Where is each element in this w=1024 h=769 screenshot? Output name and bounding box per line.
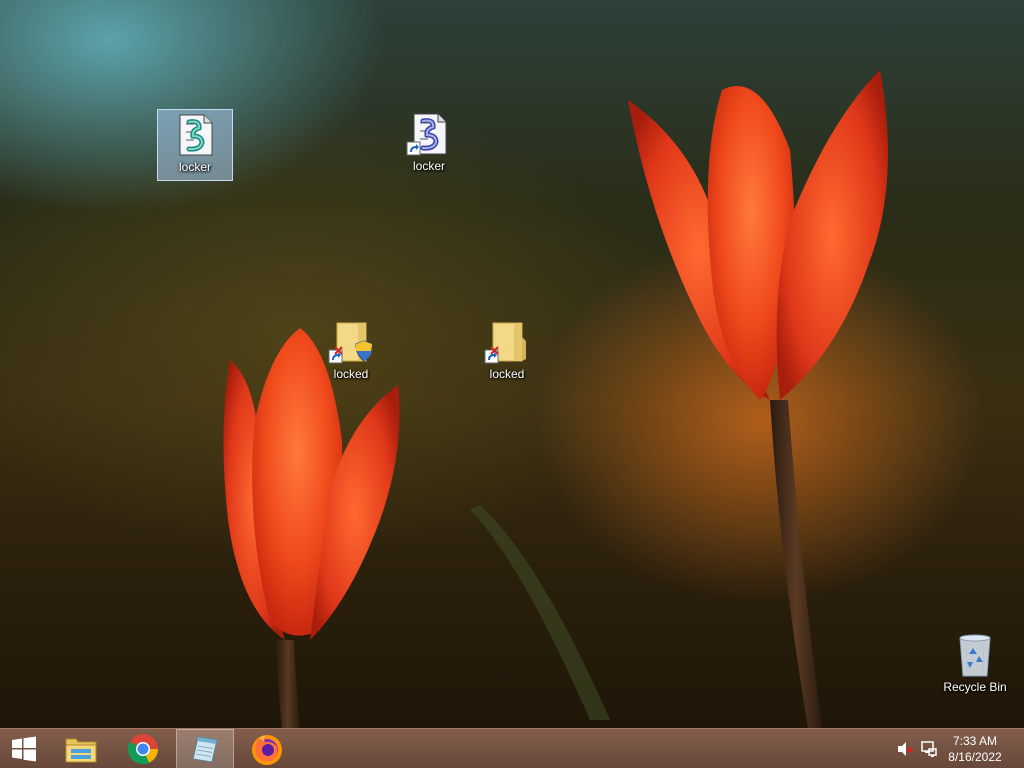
- desktop-icon-locker-file[interactable]: locker: [157, 109, 233, 181]
- folder-shortcut-icon: [484, 319, 530, 365]
- firefox-icon: [252, 735, 282, 765]
- taskbar-file-explorer[interactable]: [53, 729, 109, 769]
- desktop-icon-locked[interactable]: locked: [469, 317, 545, 389]
- recycle-bin-icon: [952, 632, 998, 678]
- desktop-icon-label: locked: [333, 367, 369, 381]
- desktop-icon-locked-shield[interactable]: locked: [313, 317, 389, 389]
- taskbar-firefox[interactable]: [239, 729, 295, 769]
- desktop-icon-recycle-bin[interactable]: Recycle Bin: [937, 630, 1013, 702]
- windows-logo-icon: [12, 736, 36, 762]
- start-button[interactable]: [0, 729, 48, 769]
- desktop-icon-label: locked: [489, 367, 525, 381]
- desktop-icon-label: locker: [178, 160, 211, 174]
- chrome-icon: [127, 734, 158, 765]
- taskbar-clock[interactable]: 7:33 AM 8/16/2022: [940, 733, 1010, 765]
- desktop[interactable]: locker locker locked locked Recycle Bin: [0, 0, 1024, 728]
- taskbar-notepad[interactable]: [176, 729, 234, 769]
- desktop-icon-locker-shortcut[interactable]: locker: [391, 109, 467, 181]
- desktop-icon-label: locker: [412, 159, 445, 173]
- taskbar-google-chrome[interactable]: [115, 729, 171, 769]
- clock-date: 8/16/2022: [948, 750, 1002, 764]
- notepad-icon: [192, 736, 218, 763]
- muted-speaker-icon[interactable]: [896, 740, 914, 758]
- taskbar: 7:33 AM 8/16/2022: [0, 728, 1024, 769]
- network-icon[interactable]: [920, 740, 938, 758]
- folder-shortcut-shield-icon: [328, 319, 374, 365]
- script-shortcut-icon: [406, 111, 452, 157]
- folder-icon: [65, 738, 97, 763]
- script-file-icon: [172, 112, 218, 158]
- desktop-icon-label: Recycle Bin: [943, 680, 1007, 694]
- clock-time: 7:33 AM: [952, 734, 998, 748]
- system-tray: [896, 729, 938, 769]
